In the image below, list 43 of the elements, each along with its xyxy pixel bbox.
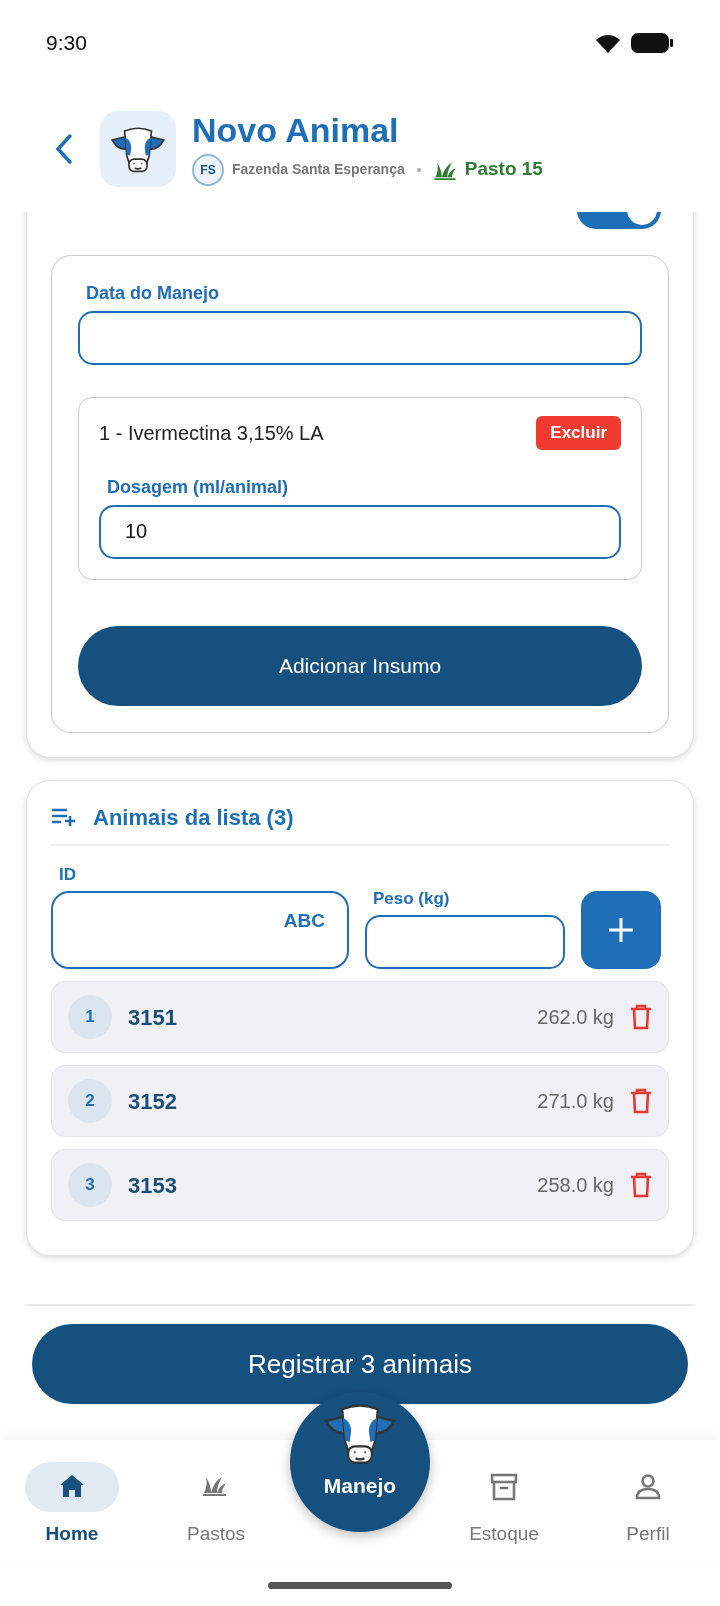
animal-weight: 258.0 kg bbox=[537, 1173, 614, 1198]
playlist-add-icon bbox=[51, 807, 77, 827]
animal-weight: 271.0 kg bbox=[537, 1089, 614, 1114]
animal-id: 3152 bbox=[128, 1087, 178, 1116]
date-field[interactable] bbox=[78, 311, 642, 365]
field-label: Data do Manejo bbox=[85, 282, 220, 305]
weight-field[interactable] bbox=[365, 915, 565, 969]
pasture-name: Pasto 15 bbox=[464, 157, 543, 182]
field-label: Peso (kg) bbox=[372, 887, 451, 910]
separator-dot bbox=[416, 167, 421, 172]
animal-weight: 262.0 kg bbox=[537, 1005, 614, 1030]
animal-id: 3153 bbox=[128, 1171, 178, 1200]
nav-tab[interactable]: Home bbox=[0, 1440, 144, 1566]
trash-icon[interactable] bbox=[630, 1172, 652, 1198]
row-number: 2 bbox=[68, 1079, 112, 1123]
status-time: 9:30 bbox=[46, 30, 87, 57]
row-number: 3 bbox=[68, 1163, 112, 1207]
add-button[interactable] bbox=[581, 891, 661, 969]
nav-tab[interactable]: Estoque bbox=[432, 1440, 576, 1566]
trash-icon[interactable] bbox=[630, 1088, 652, 1114]
field-label: ID bbox=[58, 863, 77, 886]
add-insumo-button[interactable]: Adicionar Insumo bbox=[78, 625, 642, 706]
id-field[interactable]: ABC bbox=[51, 891, 349, 969]
trash-icon[interactable] bbox=[630, 1004, 652, 1030]
archive-box-icon bbox=[490, 1473, 518, 1501]
nav-tab[interactable]: Pastos bbox=[144, 1440, 288, 1566]
wifi-icon bbox=[594, 32, 622, 54]
field-label: Dosagem (ml/animal) bbox=[106, 475, 290, 499]
register-button[interactable]: Registrar 3 animais bbox=[32, 1324, 688, 1404]
farm-name: Fazenda Santa Esperança bbox=[232, 160, 405, 180]
keyboard-hint: ABC bbox=[283, 909, 325, 933]
nav-tab[interactable]: Perfil bbox=[576, 1440, 720, 1566]
battery-icon bbox=[630, 32, 674, 54]
page-title: Novo Animal bbox=[192, 112, 400, 150]
insumo-name: 1 - Ivermectina 3,15% LA bbox=[99, 420, 324, 446]
dosage-field[interactable]: 10 bbox=[99, 504, 621, 559]
row-number: 1 bbox=[68, 995, 112, 1039]
delete-button[interactable]: Excluir bbox=[536, 416, 621, 450]
plus-icon bbox=[608, 917, 634, 943]
animal-id: 3151 bbox=[128, 1003, 178, 1032]
person-icon bbox=[634, 1473, 662, 1501]
farm-avatar: FS bbox=[192, 153, 224, 186]
section-title: Animais da lista (3) bbox=[93, 803, 294, 832]
